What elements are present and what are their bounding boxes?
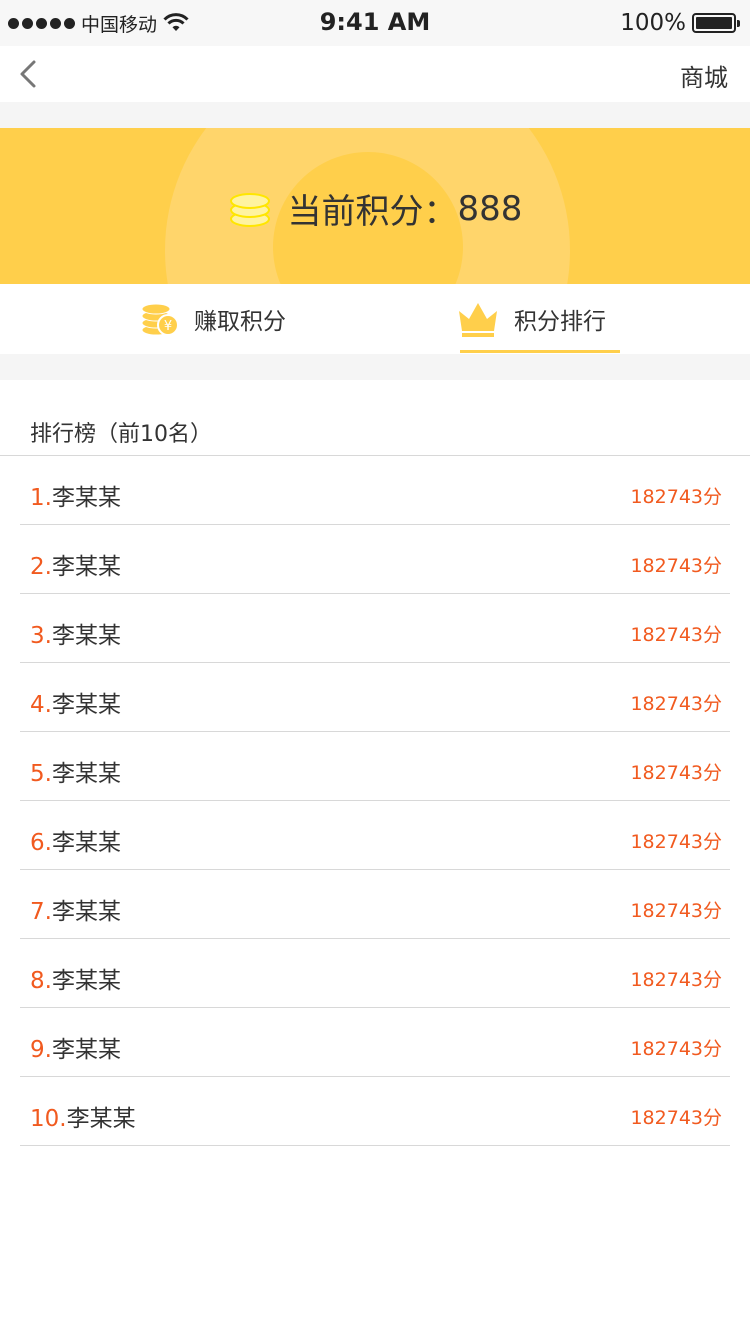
rank-score: 182743分 xyxy=(630,831,722,853)
list-item[interactable]: 1.李某某 182743分 xyxy=(20,456,730,525)
points-banner: 当前积分： 888 xyxy=(0,128,750,284)
list-item[interactable]: 9.李某某 182743分 xyxy=(20,1008,730,1077)
rank-name: 李某某 xyxy=(66,1106,136,1132)
chevron-left-icon xyxy=(20,60,36,88)
tab-earn-points-label: 赚取积分 xyxy=(194,309,286,335)
list-item[interactable]: 7.李某某 182743分 xyxy=(20,870,730,939)
current-points-value: 888 xyxy=(457,188,523,229)
list-item[interactable]: 4.李某某 182743分 xyxy=(20,663,730,732)
rank-name: 李某某 xyxy=(51,623,121,649)
rank-number: 4. xyxy=(30,692,52,718)
rank-name: 李某某 xyxy=(51,554,121,580)
current-points: 当前积分： 888 xyxy=(0,184,750,233)
rank-number: 5. xyxy=(30,761,52,787)
rank-score: 182743分 xyxy=(630,762,722,784)
rank-number: 7. xyxy=(30,899,52,925)
rank-number: 2. xyxy=(30,554,52,580)
list-item[interactable]: 2.李某某 182743分 xyxy=(20,525,730,594)
coin-yen-icon: ¥ xyxy=(141,303,179,336)
list-item[interactable]: 10.李某某 182743分 xyxy=(20,1077,730,1146)
rank-name: 李某某 xyxy=(51,1037,121,1063)
rank-name: 李某某 xyxy=(51,968,121,994)
status-right: 100% xyxy=(620,10,740,36)
rank-score: 182743分 xyxy=(630,555,722,577)
current-points-label: 当前积分： xyxy=(287,192,458,232)
rank-number: 1. xyxy=(30,485,52,511)
rank-number: 6. xyxy=(30,830,52,856)
back-button[interactable] xyxy=(14,54,50,94)
rank-score: 182743分 xyxy=(630,900,722,922)
rank-number: 10. xyxy=(30,1106,67,1132)
tab-points-ranking[interactable]: 积分排行 xyxy=(456,284,606,354)
rank-number: 9. xyxy=(30,1037,52,1063)
battery-icon xyxy=(692,13,740,33)
section-gap xyxy=(0,354,750,380)
rank-score: 182743分 xyxy=(630,1038,722,1060)
tab-bar: ¥ 赚取积分 积分排行 xyxy=(0,284,750,354)
rank-score: 182743分 xyxy=(630,693,722,715)
rank-name: 李某某 xyxy=(51,830,121,856)
rank-score: 182743分 xyxy=(630,1107,722,1129)
svg-text:¥: ¥ xyxy=(164,319,172,334)
active-tab-indicator xyxy=(460,350,620,353)
status-bar: 中国移动 9:41 AM 100% xyxy=(0,0,750,46)
mall-link[interactable]: 商城 xyxy=(680,58,728,93)
tab-points-ranking-label: 积分排行 xyxy=(514,309,606,335)
rank-number: 8. xyxy=(30,968,52,994)
leaderboard-list: 1.李某某 182743分 2.李某某 182743分 3.李某某 182743… xyxy=(20,456,730,1146)
crown-icon xyxy=(459,303,497,337)
rank-score: 182743分 xyxy=(630,624,722,646)
battery-percent: 100% xyxy=(620,10,686,36)
list-item[interactable]: 6.李某某 182743分 xyxy=(20,801,730,870)
rank-name: 李某某 xyxy=(51,899,121,925)
nav-bar: 商城 xyxy=(0,46,750,102)
rank-score: 182743分 xyxy=(630,486,722,508)
leaderboard-title: 排行榜（前10名） xyxy=(30,422,212,447)
rank-name: 李某某 xyxy=(51,485,121,511)
list-item[interactable]: 5.李某某 182743分 xyxy=(20,732,730,801)
list-item[interactable]: 8.李某某 182743分 xyxy=(20,939,730,1008)
rank-name: 李某某 xyxy=(51,692,121,718)
rank-name: 李某某 xyxy=(51,761,121,787)
tab-earn-points[interactable]: ¥ 赚取积分 xyxy=(140,284,286,354)
section-gap xyxy=(0,102,750,128)
rank-score: 182743分 xyxy=(630,969,722,991)
list-item[interactable]: 3.李某某 182743分 xyxy=(20,594,730,663)
rank-number: 3. xyxy=(30,623,52,649)
coin-stack-icon xyxy=(229,192,270,227)
